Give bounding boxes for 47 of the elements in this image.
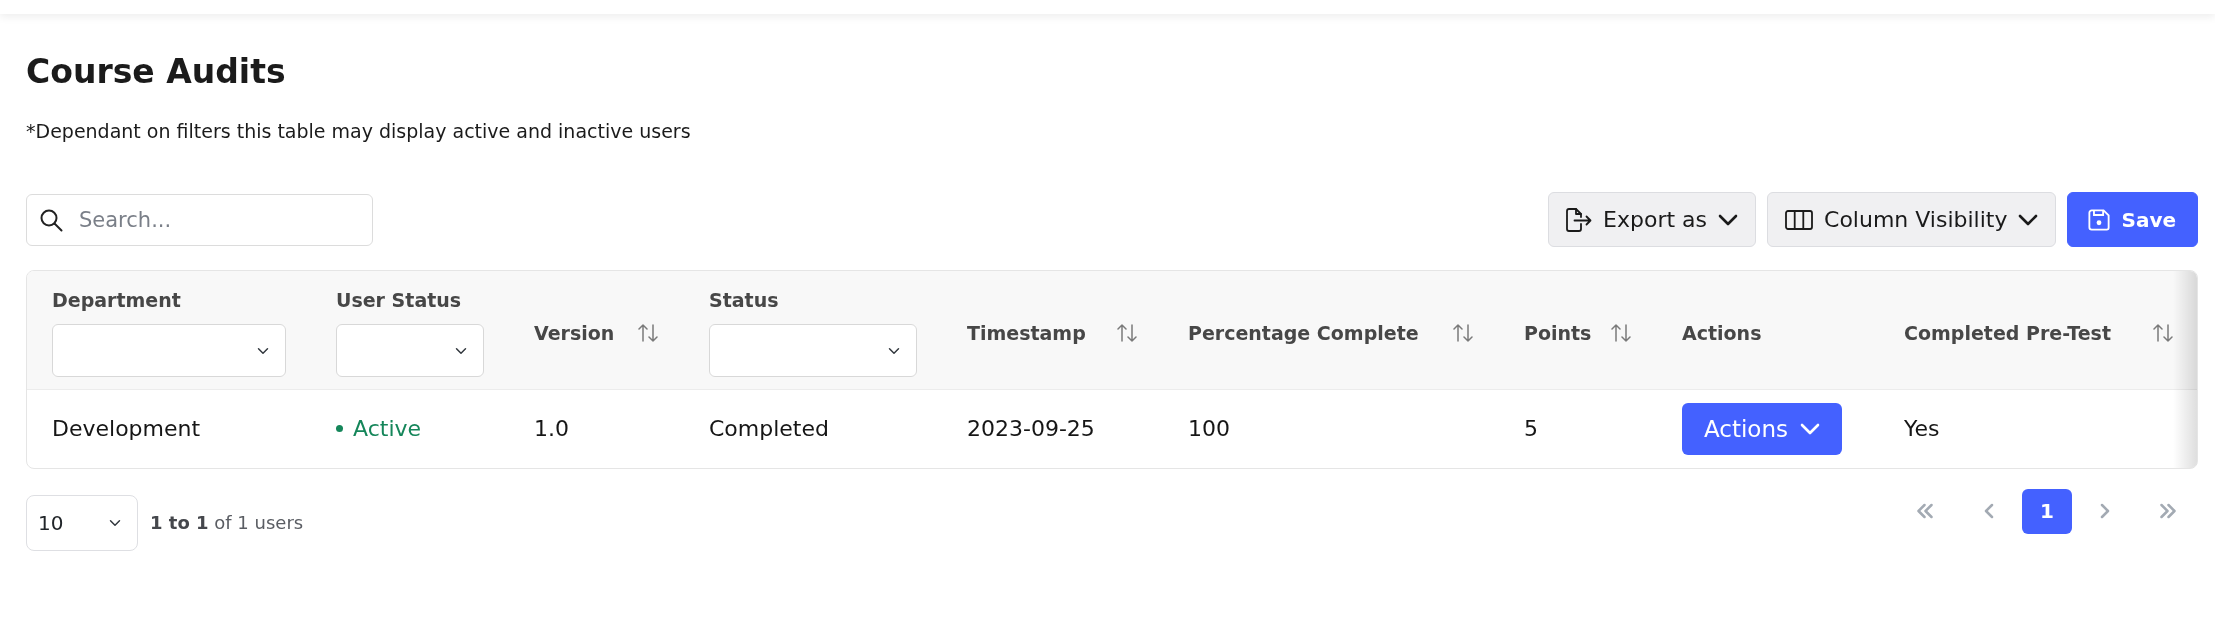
page-size-select[interactable]: 10 bbox=[26, 494, 138, 551]
sort-icon[interactable] bbox=[1116, 324, 1138, 342]
table-cell: 100 bbox=[1163, 389, 1499, 468]
sort-icon[interactable] bbox=[1452, 324, 1474, 342]
column-header: Department bbox=[52, 289, 182, 311]
chevron-right-icon bbox=[2100, 503, 2110, 519]
chevron-down-icon bbox=[1718, 213, 1739, 226]
chevron-left-icon bbox=[1984, 503, 1994, 519]
actions-button[interactable]: Actions bbox=[1682, 402, 1842, 455]
filter-select[interactable] bbox=[709, 324, 917, 377]
save-button[interactable]: Save bbox=[2067, 192, 2198, 247]
search-icon bbox=[39, 207, 63, 232]
column-header: Points bbox=[1524, 322, 1592, 344]
filter-select[interactable] bbox=[52, 324, 286, 377]
status-text: Active bbox=[353, 415, 422, 444]
filter-select[interactable] bbox=[336, 324, 484, 377]
export-icon bbox=[1566, 207, 1593, 232]
table-note: *Dependant on filters this table may display active and inactive users bbox=[26, 119, 691, 143]
chevron-down-icon bbox=[2018, 213, 2039, 226]
column-header: Actions bbox=[1682, 321, 1762, 344]
column-visibility-button[interactable]: Column Visibility bbox=[1767, 192, 2057, 247]
column-header: Completed Pre-Test bbox=[1904, 322, 2111, 344]
sort-icon[interactable] bbox=[2152, 324, 2174, 342]
page-title: Course Audits bbox=[26, 52, 286, 92]
table-cell: 2023-09-25 bbox=[942, 389, 1163, 468]
columns-icon bbox=[1785, 209, 1814, 230]
double-chevron-right-icon bbox=[2159, 503, 2177, 519]
table-cell: 1.0 bbox=[509, 389, 684, 468]
table-cell: Development bbox=[27, 389, 311, 468]
save-icon bbox=[2088, 208, 2111, 231]
sort-icon[interactable] bbox=[637, 324, 659, 342]
table-cell: 5 bbox=[1499, 389, 1657, 468]
results-summary: 1 to 1 of 1 users bbox=[150, 511, 304, 535]
column-header: Version bbox=[534, 322, 615, 344]
column-header: Status bbox=[709, 289, 780, 311]
column-header: Timestamp bbox=[967, 322, 1086, 344]
table-cell: Completed bbox=[684, 389, 942, 468]
status-dot-icon bbox=[336, 425, 343, 433]
double-chevron-left-icon bbox=[1916, 503, 1934, 519]
search-field[interactable]: Search... bbox=[26, 193, 373, 246]
sort-icon[interactable] bbox=[1610, 324, 1632, 342]
table-cell: Yes bbox=[1879, 389, 2197, 468]
chevron-down-icon bbox=[1800, 422, 1820, 435]
column-header: Percentage Complete bbox=[1188, 322, 1419, 344]
export-button[interactable]: Export as bbox=[1548, 192, 1757, 247]
page-number-button[interactable]: 1 bbox=[2022, 488, 2072, 534]
column-header: User Status bbox=[336, 289, 463, 311]
